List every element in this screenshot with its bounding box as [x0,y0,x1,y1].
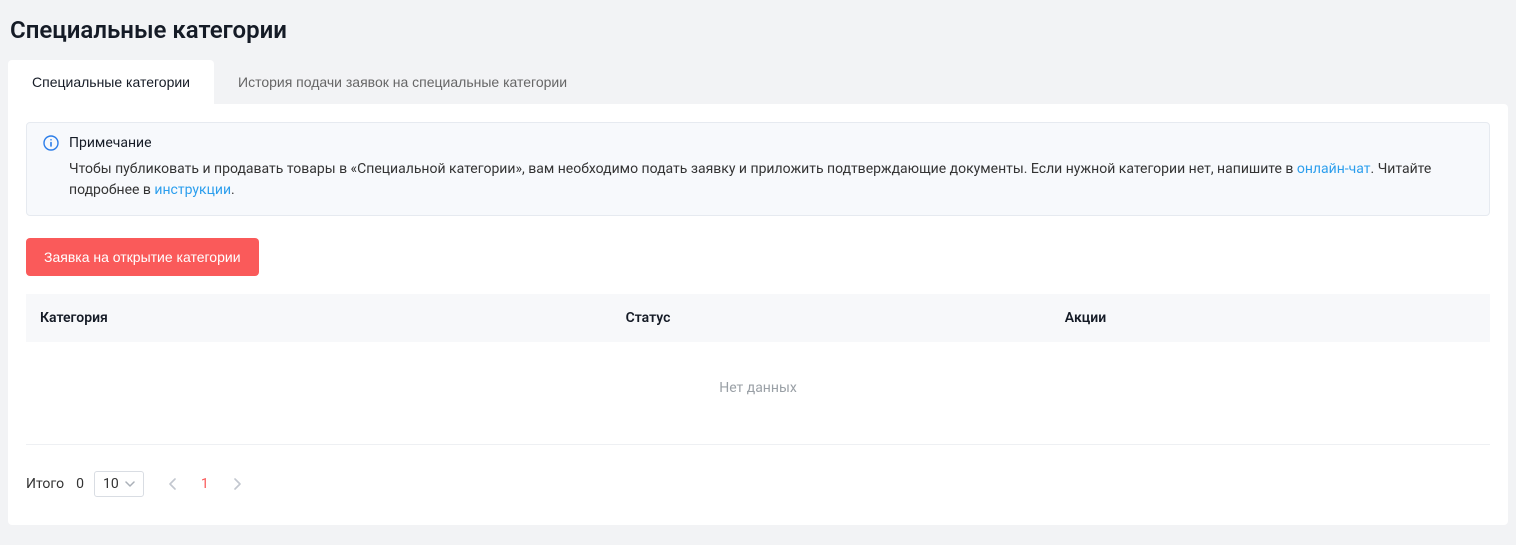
page-title: Специальные категории [10,16,1508,44]
categories-table: Категория Статус Акции Нет данных [26,294,1490,445]
online-chat-link[interactable]: онлайн-чат [1297,161,1371,177]
table-empty-text: Нет данных [26,342,1490,445]
page-size-value: 10 [103,476,119,492]
notice-box: Примечание Чтобы публиковать и продавать… [26,122,1490,216]
info-icon [43,135,59,151]
table-empty-row: Нет данных [26,342,1490,445]
prev-page-icon[interactable] [166,477,180,491]
page-size-select[interactable]: 10 [94,471,144,497]
next-page-icon[interactable] [230,477,244,491]
page-number-1[interactable]: 1 [198,476,212,492]
tab-history[interactable]: История подачи заявок на специальные кат… [214,60,591,104]
col-header-category: Категория [26,294,612,342]
tab-special-categories[interactable]: Специальные категории [8,60,214,104]
total-value: 0 [76,476,84,492]
pagination: Итого 0 10 1 [26,471,1490,497]
col-header-status: Статус [612,294,1051,342]
notice-title: Примечание [69,135,152,151]
instructions-link[interactable]: инструкции [154,182,231,198]
chevron-down-icon [125,479,135,489]
notice-text-1: Чтобы публиковать и продавать товары в «… [69,161,1297,177]
notice-text-3: . [231,182,235,198]
panel: Примечание Чтобы публиковать и продавать… [8,104,1508,525]
tabs: Специальные категории История подачи зая… [8,60,1508,104]
col-header-actions: Акции [1051,294,1490,342]
open-category-button[interactable]: Заявка на открытие категории [26,238,259,276]
total-label: Итого [26,476,64,492]
notice-body: Чтобы публиковать и продавать товары в «… [43,159,1473,201]
